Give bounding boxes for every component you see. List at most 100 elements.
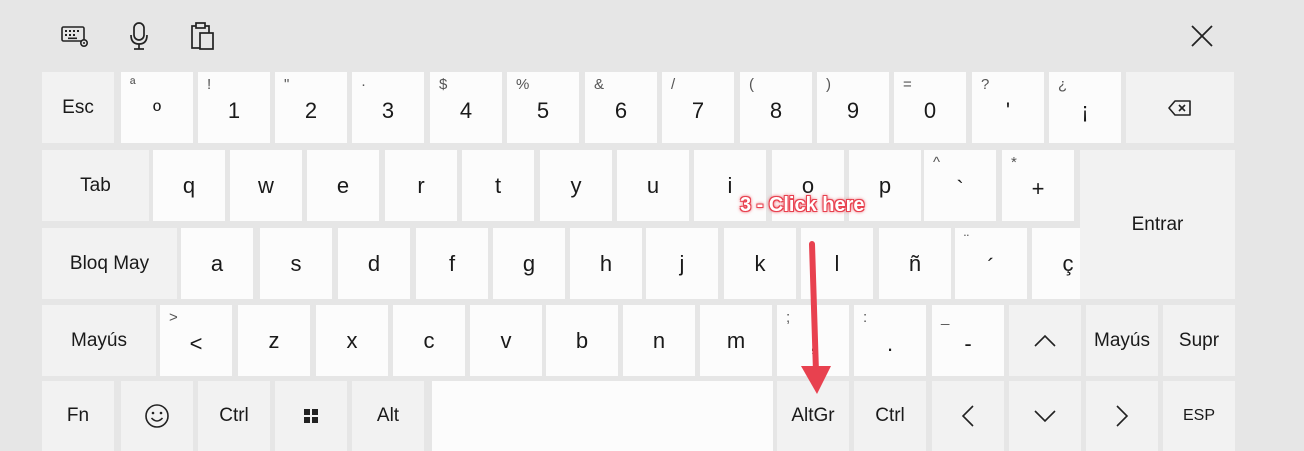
arrow-down-icon [1033, 409, 1057, 423]
key-shift-left[interactable]: Mayús [42, 305, 156, 376]
key-exclamation[interactable]: ¿ ¡ [1049, 72, 1121, 143]
key-alt[interactable]: Alt [352, 381, 424, 451]
key-h-label: h [599, 250, 613, 276]
key-2[interactable]: " 2 [275, 72, 347, 143]
key-u[interactable]: u [617, 150, 689, 221]
key-c[interactable]: c [393, 305, 465, 376]
emoji-icon [144, 403, 170, 429]
key-apostrophe[interactable]: ? ' [972, 72, 1044, 143]
key-4[interactable]: $4 [430, 72, 502, 143]
key-comma-secondary: ; [786, 309, 791, 326]
key-exclamation-secondary: ¿ [1058, 76, 1068, 93]
key-right[interactable] [1086, 381, 1158, 451]
arrow-up-icon [1033, 334, 1057, 348]
key-down[interactable] [1009, 381, 1081, 451]
key-x[interactable]: x [316, 305, 388, 376]
key-n[interactable]: n [623, 305, 695, 376]
key-altgr[interactable]: AltGr [777, 381, 849, 451]
key-ctrl-right[interactable]: Ctrl [854, 381, 926, 451]
key-enye[interactable]: ñ [879, 228, 951, 299]
key-capslock[interactable]: Bloq May [42, 228, 177, 299]
key-k[interactable]: k [724, 228, 796, 299]
key-k-label: k [754, 250, 766, 276]
key-2-secondary: " [284, 76, 290, 93]
key-f[interactable]: f [416, 228, 488, 299]
clipboard-icon[interactable] [185, 18, 221, 54]
key-t[interactable]: t [462, 150, 534, 221]
key-9[interactable]: ) 9 [817, 72, 889, 143]
key-9-secondary: ) [826, 76, 831, 93]
key-emoji[interactable] [121, 381, 193, 451]
key-plus[interactable]: * + [1002, 150, 1074, 221]
key-language[interactable]: ESP [1163, 381, 1235, 451]
key-left[interactable] [932, 381, 1004, 451]
key-fn[interactable]: Fn [42, 381, 114, 451]
key-q[interactable]: q [153, 150, 225, 221]
key-u-label: u [646, 172, 660, 198]
key-minus-label: - [964, 330, 972, 356]
key-m[interactable]: m [700, 305, 772, 376]
key-apostrophe-secondary: ? [981, 76, 990, 93]
key-capslock-label: Bloq May [69, 252, 150, 274]
key-z-label: z [268, 327, 280, 353]
key-q-label: q [182, 172, 196, 198]
key-period[interactable]: :. [854, 305, 926, 376]
key-tab[interactable]: Tab [42, 150, 149, 221]
key-ctrl-left[interactable]: Ctrl [198, 381, 270, 451]
key-w[interactable]: w [230, 150, 302, 221]
key-esc-label: Esc [62, 96, 94, 118]
key-6[interactable]: & 6 [585, 72, 657, 143]
keyboard-settings-icon[interactable] [57, 18, 93, 54]
key-j[interactable]: j [646, 228, 718, 299]
windows-icon [303, 408, 319, 424]
key-1[interactable]: ! 1 [198, 72, 270, 143]
key-r[interactable]: r [385, 150, 457, 221]
key-8[interactable]: (8 [740, 72, 812, 143]
key-8-secondary: ( [749, 76, 754, 93]
key-y[interactable]: y [540, 150, 612, 221]
key-l[interactable]: l [801, 228, 873, 299]
key-w-label: w [258, 172, 274, 198]
key-z[interactable]: z [238, 305, 310, 376]
key-5[interactable]: % 5 [507, 72, 579, 143]
key-8-label: 8 [769, 97, 783, 123]
key-cedilla-label: ç [1062, 250, 1074, 276]
key-up[interactable] [1009, 305, 1081, 376]
key-r-label: r [417, 172, 425, 198]
key-shift-right[interactable]: Mayús [1086, 305, 1158, 376]
key-enter[interactable]: Entrar [1080, 150, 1235, 299]
key-grave[interactable]: ^ ` [924, 150, 996, 221]
key-less[interactable]: > < [160, 305, 232, 376]
key-9-label: 9 [846, 97, 860, 123]
key-ctrl-left-label: Ctrl [219, 405, 249, 426]
key-minus[interactable]: _ - [932, 305, 1004, 376]
key-a-label: a [210, 250, 224, 276]
key-3[interactable]: · 3 [352, 72, 424, 143]
key-h[interactable]: h [570, 228, 642, 299]
key-windows[interactable] [275, 381, 347, 451]
key-backspace[interactable] [1126, 72, 1234, 143]
close-icon[interactable] [1184, 18, 1220, 54]
key-comma-label: , [809, 330, 817, 356]
key-esc[interactable]: Esc [42, 72, 114, 143]
key-t-label: t [494, 172, 502, 198]
key-c-label: c [423, 327, 435, 353]
microphone-icon[interactable] [121, 18, 157, 54]
key-s-label: s [290, 250, 302, 276]
key-b[interactable]: b [546, 305, 618, 376]
key-0[interactable]: = 0 [894, 72, 966, 143]
key-comma[interactable]: ;, [777, 305, 849, 376]
key-e[interactable]: e [307, 150, 379, 221]
key-7[interactable]: /7 [662, 72, 734, 143]
key-s[interactable]: s [260, 228, 332, 299]
key-g[interactable]: g [493, 228, 565, 299]
key-a[interactable]: a [181, 228, 253, 299]
key-f-label: f [448, 250, 456, 276]
key-ordinal[interactable]: ªº [121, 72, 193, 143]
key-d[interactable]: d [338, 228, 410, 299]
key-acute[interactable]: ¨ ´ [955, 228, 1027, 299]
key-v[interactable]: v [470, 305, 542, 376]
key-0-secondary: = [903, 76, 912, 93]
key-space[interactable] [432, 381, 773, 451]
key-delete[interactable]: Supr [1163, 305, 1235, 376]
